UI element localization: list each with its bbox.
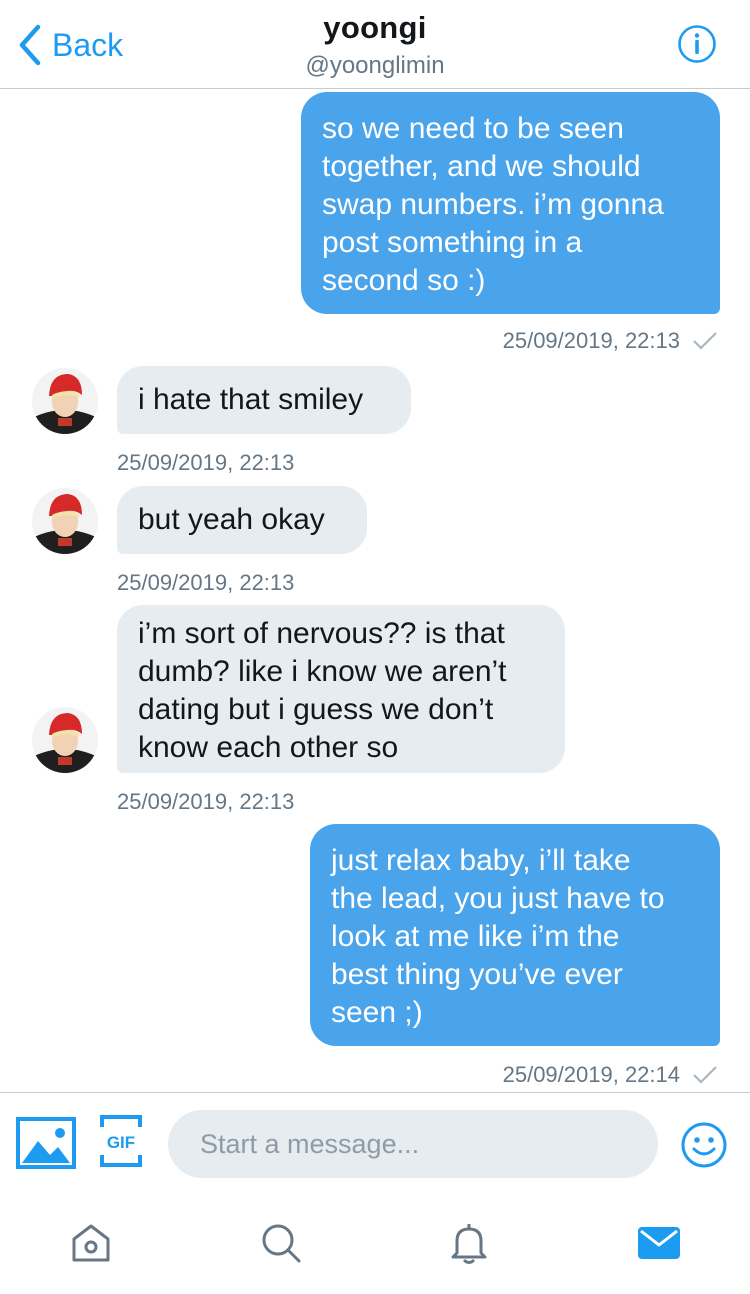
message-bubble-incoming[interactable]: i hate that smiley	[117, 366, 411, 434]
sent-check-icon	[693, 332, 717, 350]
message-bubble-incoming[interactable]: but yeah okay	[117, 486, 367, 554]
avatar-image	[32, 368, 98, 434]
avatar-image	[32, 707, 98, 773]
sent-check-icon	[693, 1066, 717, 1084]
back-label: Back	[52, 26, 124, 63]
home-icon[interactable]	[68, 1220, 114, 1266]
gif-frame: GIF	[100, 1115, 142, 1167]
emoji-icon[interactable]	[680, 1121, 728, 1169]
avatar[interactable]	[32, 488, 98, 554]
mail-icon[interactable]	[636, 1220, 682, 1266]
image-icon[interactable]	[16, 1117, 76, 1169]
gif-label: GIF	[107, 1133, 135, 1152]
message-timestamp: 25/09/2019, 22:13	[117, 570, 295, 595]
message-input[interactable]: Start a message...	[168, 1110, 658, 1178]
conversation-title-block[interactable]: yoongi @yoonglimin	[200, 10, 550, 80]
avatar[interactable]	[32, 707, 98, 773]
message-timestamp: 25/09/2019, 22:13	[502, 328, 680, 353]
message-timestamp: 25/09/2019, 22:13	[117, 450, 295, 475]
gif-icon[interactable]: GIF	[100, 1115, 142, 1167]
search-icon[interactable]	[258, 1220, 304, 1266]
chevron-left-icon	[19, 24, 41, 66]
message-bubble-incoming[interactable]: i’m sort of nervous?? is that dumb? like…	[117, 605, 565, 773]
conversation-header: Back yoongi @yoonglimin	[0, 0, 750, 89]
message-timestamp: 25/09/2019, 22:14	[502, 1062, 680, 1087]
back-button[interactable]: Back	[16, 22, 123, 68]
info-icon[interactable]	[677, 24, 717, 64]
message-bubble-outgoing[interactable]: so we need to be seen together, and we s…	[301, 92, 720, 314]
avatar[interactable]	[32, 368, 98, 434]
avatar-image	[32, 488, 98, 554]
user-handle: @yoonglimin	[305, 52, 445, 79]
message-bubble-outgoing[interactable]: just relax baby, i’ll take the lead, you…	[310, 824, 720, 1046]
message-timestamp: 25/09/2019, 22:13	[117, 789, 295, 814]
bell-icon[interactable]	[446, 1220, 492, 1266]
page-title: yoongi	[323, 10, 427, 45]
